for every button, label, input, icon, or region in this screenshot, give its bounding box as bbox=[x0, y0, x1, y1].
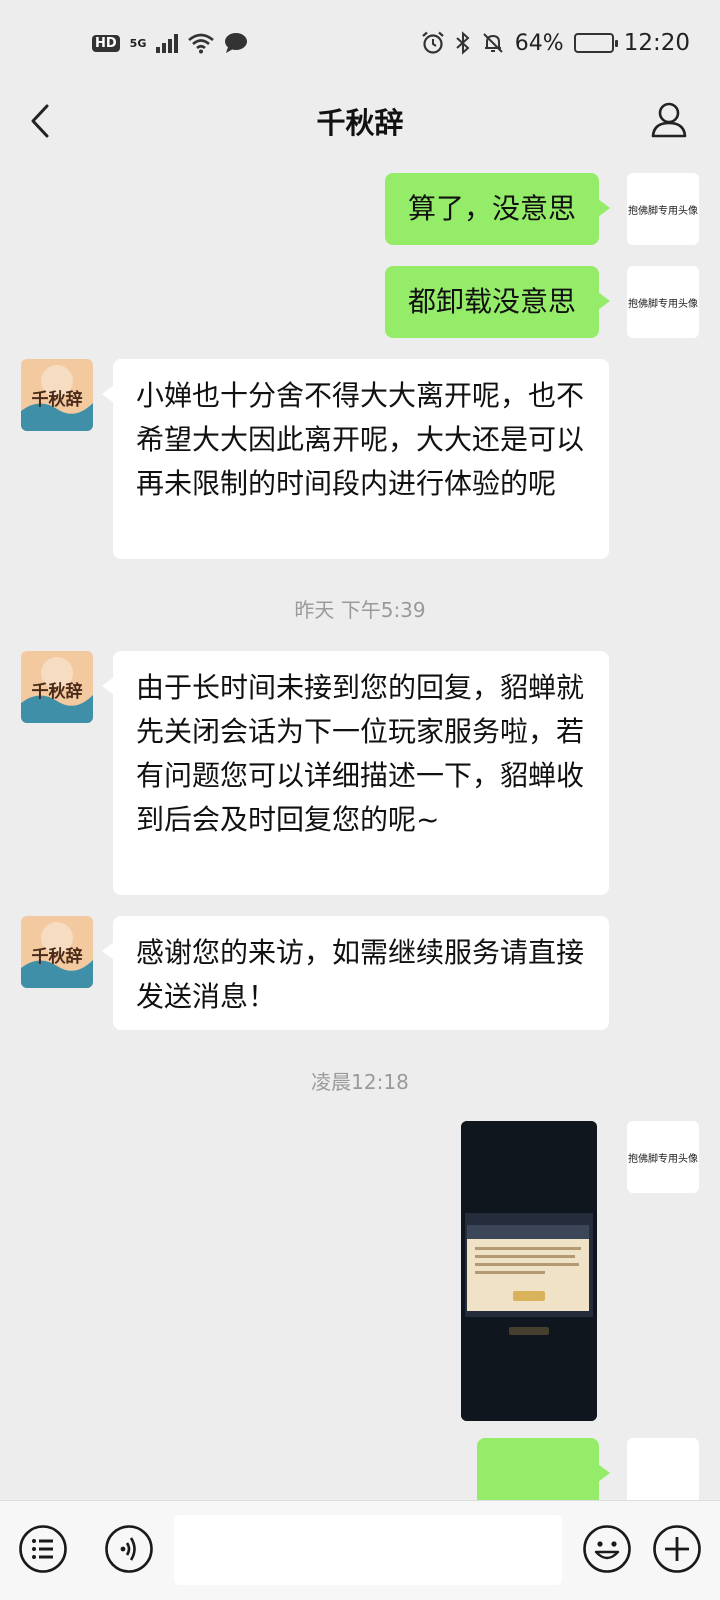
bot-avatar[interactable]: 千秋辞 bbox=[21, 359, 93, 431]
hd-badge: HD bbox=[92, 34, 120, 52]
status-right: 64% 12:20 bbox=[421, 30, 690, 56]
message-outgoing bbox=[0, 1438, 720, 1500]
game-logo-avatar: 千秋辞 bbox=[21, 916, 93, 988]
more-button[interactable] bbox=[650, 1522, 704, 1576]
battery-percent: 64% bbox=[514, 30, 564, 56]
self-avatar[interactable]: 抱佛脚专用头像 bbox=[627, 266, 699, 338]
self-avatar[interactable]: 抱佛脚专用头像 bbox=[627, 1121, 699, 1193]
message-bubble[interactable] bbox=[477, 1438, 610, 1500]
mute-bell-icon bbox=[483, 33, 503, 53]
message-outgoing: 都卸载没意思 抱佛脚专用头像 bbox=[0, 266, 720, 338]
self-avatar[interactable]: 抱佛脚专用头像 bbox=[627, 173, 699, 245]
message-bubble[interactable]: 小婵也十分舍不得大大离开呢，也不希望大大因此离开呢，大大还是可以再未限制的时间段… bbox=[102, 359, 609, 559]
message-bubble[interactable]: 都卸载没意思 bbox=[384, 266, 611, 338]
chevron-left-icon bbox=[31, 104, 49, 138]
message-timestamp: 昨天 下午5:39 bbox=[294, 598, 426, 622]
self-avatar-label: 抱佛脚专用头像 bbox=[628, 205, 698, 217]
network-label: 5G bbox=[129, 36, 147, 50]
game-logo-avatar: 千秋辞 bbox=[21, 359, 93, 431]
bot-avatar[interactable]: 千秋辞 bbox=[21, 916, 93, 988]
game-logo-avatar: 千秋辞 bbox=[21, 651, 93, 723]
game-dialog-screenshot bbox=[461, 1121, 597, 1421]
self-avatar-label: 抱佛脚专用头像 bbox=[628, 298, 698, 310]
self-avatar[interactable] bbox=[627, 1438, 699, 1500]
emoji-button[interactable] bbox=[580, 1522, 634, 1576]
back-button[interactable] bbox=[18, 98, 62, 144]
image-thumbnail[interactable] bbox=[461, 1121, 597, 1421]
message-bubble[interactable]: 算了，没意思 bbox=[384, 173, 611, 245]
status-bar: HD 5G 64% 12:20 bbox=[0, 0, 720, 86]
network-type: 5G bbox=[130, 38, 147, 49]
chat-bubble-icon bbox=[225, 33, 248, 53]
emoji-icon bbox=[583, 1525, 631, 1573]
list-menu-icon bbox=[19, 1525, 67, 1573]
wifi-icon bbox=[188, 33, 215, 54]
plus-icon bbox=[653, 1525, 701, 1573]
message-bubble[interactable]: 由于长时间未接到您的回复，貂蝉就先关闭会话为下一位玩家服务啦，若有问题您可以详细… bbox=[102, 651, 609, 895]
person-icon bbox=[651, 102, 687, 138]
message-incoming: 千秋辞 小婵也十分舍不得大大离开呢，也不希望大大因此离开呢，大大还是可以再未限制… bbox=[0, 359, 720, 565]
input-bar bbox=[0, 1500, 720, 1600]
message-outgoing: 算了，没意思 抱佛脚专用头像 bbox=[0, 173, 720, 245]
voice-button[interactable] bbox=[102, 1522, 156, 1576]
alarm-icon bbox=[422, 31, 444, 54]
bluetooth-icon bbox=[456, 31, 470, 55]
message-input[interactable] bbox=[174, 1515, 562, 1585]
bot-avatar-label: 千秋辞 bbox=[32, 946, 83, 967]
self-avatar-label: 抱佛脚专用头像 bbox=[628, 1153, 698, 1165]
menu-button[interactable] bbox=[16, 1522, 70, 1576]
bot-avatar-label: 千秋辞 bbox=[32, 681, 83, 702]
message-timestamp: 凌晨12:18 bbox=[311, 1070, 409, 1094]
bot-avatar-label: 千秋辞 bbox=[32, 389, 83, 410]
chat-info-button[interactable] bbox=[644, 94, 694, 146]
message-incoming: 千秋辞 由于长时间未接到您的回复，貂蝉就先关闭会话为下一位玩家服务啦，若有问题您… bbox=[0, 651, 720, 895]
message-outgoing-image: 抱佛脚专用头像 bbox=[0, 1121, 720, 1421]
battery-icon bbox=[573, 33, 618, 53]
status-left: HD 5G bbox=[92, 32, 248, 54]
bot-avatar[interactable]: 千秋辞 bbox=[21, 651, 93, 723]
message-list[interactable]: 算了，没意思 抱佛脚专用头像 都卸载没意思 抱佛脚专用头像 千秋辞 小婵也十分舍… bbox=[0, 156, 720, 1500]
message-incoming: 千秋辞 感谢您的来访，如需继续服务请直接发送消息！ bbox=[0, 916, 720, 1030]
status-time: 12:20 bbox=[623, 30, 690, 56]
chat-header: 千秋辞 bbox=[0, 86, 720, 156]
message-bubble[interactable]: 感谢您的来访，如需继续服务请直接发送消息！ bbox=[102, 916, 609, 1030]
voice-icon bbox=[105, 1525, 153, 1573]
chat-title: 千秋辞 bbox=[316, 106, 404, 140]
signal-icon bbox=[156, 33, 179, 53]
